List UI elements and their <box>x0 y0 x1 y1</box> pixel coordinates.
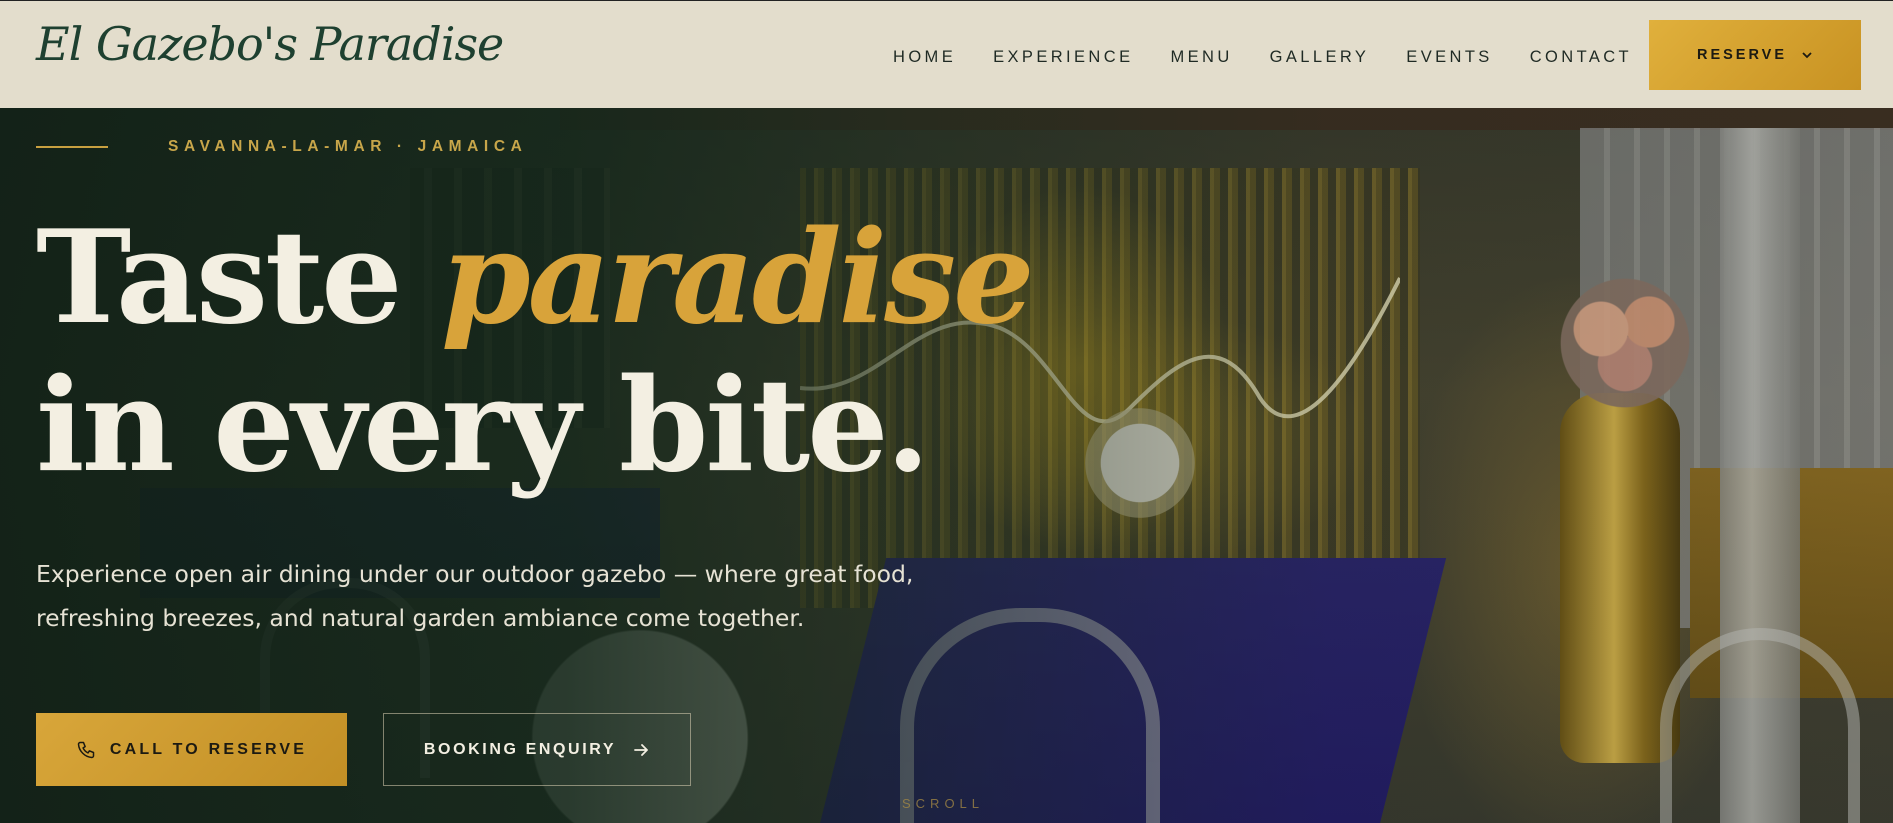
arrow-right-icon <box>634 743 648 756</box>
location-eyebrow: SAVANNA-LA-MAR · JAMAICA <box>36 138 527 156</box>
headline-part1: Taste <box>36 203 442 353</box>
nav-item-contact[interactable]: CONTACT <box>1530 48 1632 67</box>
nav-item-home[interactable]: HOME <box>893 48 956 67</box>
reserve-button[interactable]: RESERVE <box>1649 20 1861 90</box>
nav-item-menu[interactable]: MENU <box>1170 48 1232 67</box>
scroll-hint: SCROLL <box>902 796 985 811</box>
reserve-button-label: RESERVE <box>1696 47 1788 63</box>
nav-item-events[interactable]: EVENTS <box>1406 48 1492 67</box>
call-to-reserve-button[interactable]: CALL TO RESERVE <box>36 713 347 786</box>
phone-icon <box>77 741 95 758</box>
brand-logo[interactable]: El Gazebo's Paradise <box>36 17 504 71</box>
booking-enquiry-label: BOOKING ENQUIRY <box>423 740 617 758</box>
site-header: El Gazebo's Paradise HOME EXPERIENCE MEN… <box>0 0 1893 108</box>
location-text: SAVANNA-LA-MAR · JAMAICA <box>168 138 528 155</box>
main-nav: HOME EXPERIENCE MENU GALLERY EVENTS CONT… <box>893 48 1669 67</box>
hero-description: Experience open air dining under our out… <box>36 560 914 632</box>
hero-headline: Taste paradise in every bite. <box>36 203 1035 501</box>
eyebrow-divider <box>36 146 108 148</box>
nav-item-experience[interactable]: EXPERIENCE <box>993 48 1133 67</box>
headline-accent: paradise <box>441 203 1034 353</box>
headline-line2: in every bite. <box>36 351 930 501</box>
chevron-down-icon <box>1802 52 1812 59</box>
booking-enquiry-button[interactable]: BOOKING ENQUIRY <box>383 713 691 786</box>
call-to-reserve-label: CALL TO RESERVE <box>109 740 308 758</box>
nav-item-gallery[interactable]: GALLERY <box>1270 48 1370 67</box>
